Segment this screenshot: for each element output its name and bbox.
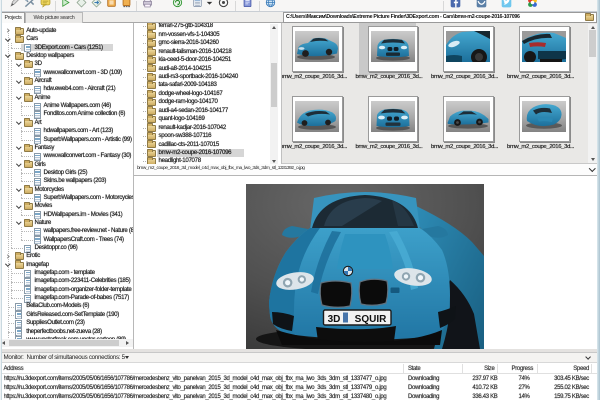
svg-text:SQUIR: SQUIR	[355, 314, 387, 325]
svg-text:3D: 3D	[328, 314, 341, 325]
